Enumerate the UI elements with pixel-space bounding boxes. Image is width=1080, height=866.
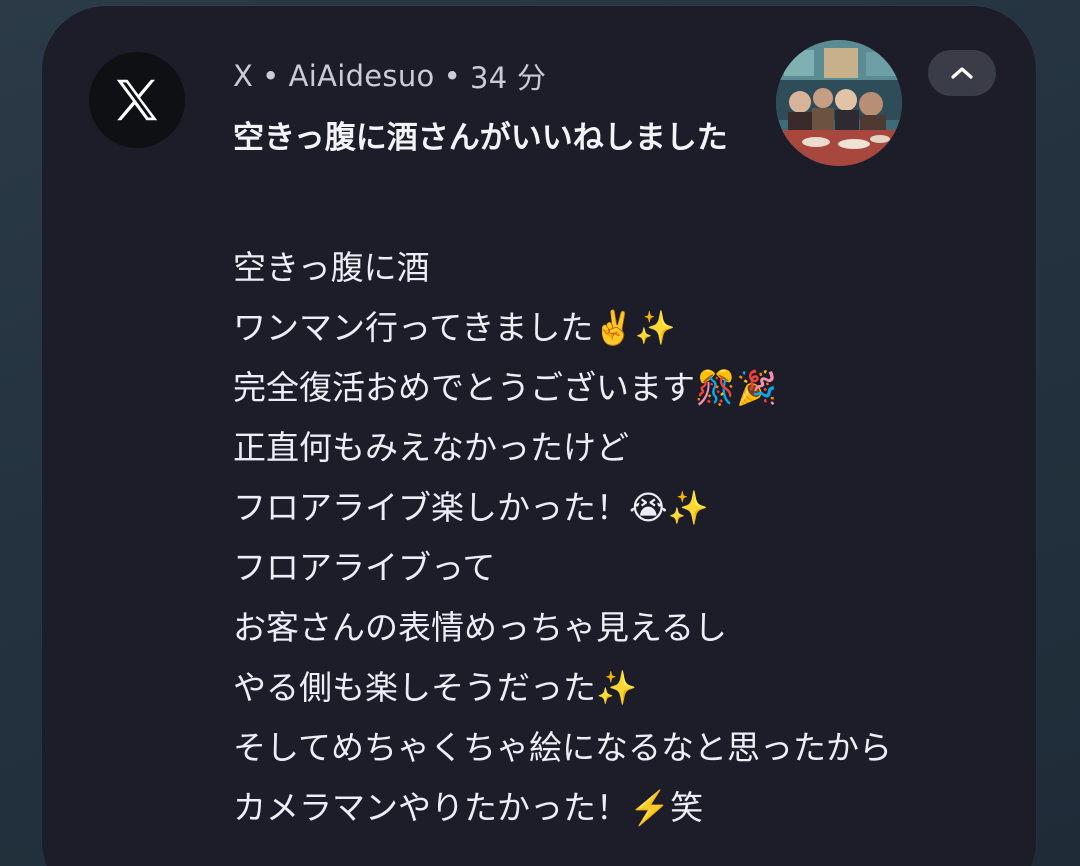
body-line: 完全復活おめでとうございます🎊🎉: [233, 368, 778, 407]
body-line: お客さんの表情めっちゃ見えるし: [233, 608, 728, 647]
collapse-button[interactable]: [928, 50, 996, 96]
app-name: X: [233, 59, 254, 93]
timestamp: 34 分: [469, 61, 547, 95]
group-photo-avatar: [776, 40, 902, 166]
x-logo-icon: [89, 52, 185, 148]
chevron-up-icon: [951, 67, 973, 79]
account-name: AiAidesuo: [288, 59, 435, 93]
notification-body: 空きっ腹に酒 ワンマン行ってきました✌️✨ 完全復活おめでとうございます🎊🎉 正…: [233, 238, 1023, 838]
separator-dot: •: [443, 59, 461, 93]
body-line: そしてめちゃくちゃ絵になるなと思ったから: [233, 728, 893, 767]
body-line: カメラマンやりたかった！⚡️笑: [233, 788, 704, 827]
body-line: ワンマン行ってきました✌️✨: [233, 308, 676, 347]
separator-dot: •: [262, 59, 280, 93]
body-line: 正直何もみえなかったけど: [233, 428, 629, 467]
notification-title: 空きっ腹に酒さんがいいねしました: [233, 120, 728, 156]
notification-header: X • AiAidesuo • 34 分: [233, 56, 546, 96]
body-line: やる側も楽しそうだった✨: [233, 668, 638, 707]
body-line: フロアライブ楽しかった！😭✨: [233, 488, 709, 527]
body-line: 空きっ腹に酒: [233, 248, 430, 287]
body-line: フロアライブって: [233, 548, 496, 587]
